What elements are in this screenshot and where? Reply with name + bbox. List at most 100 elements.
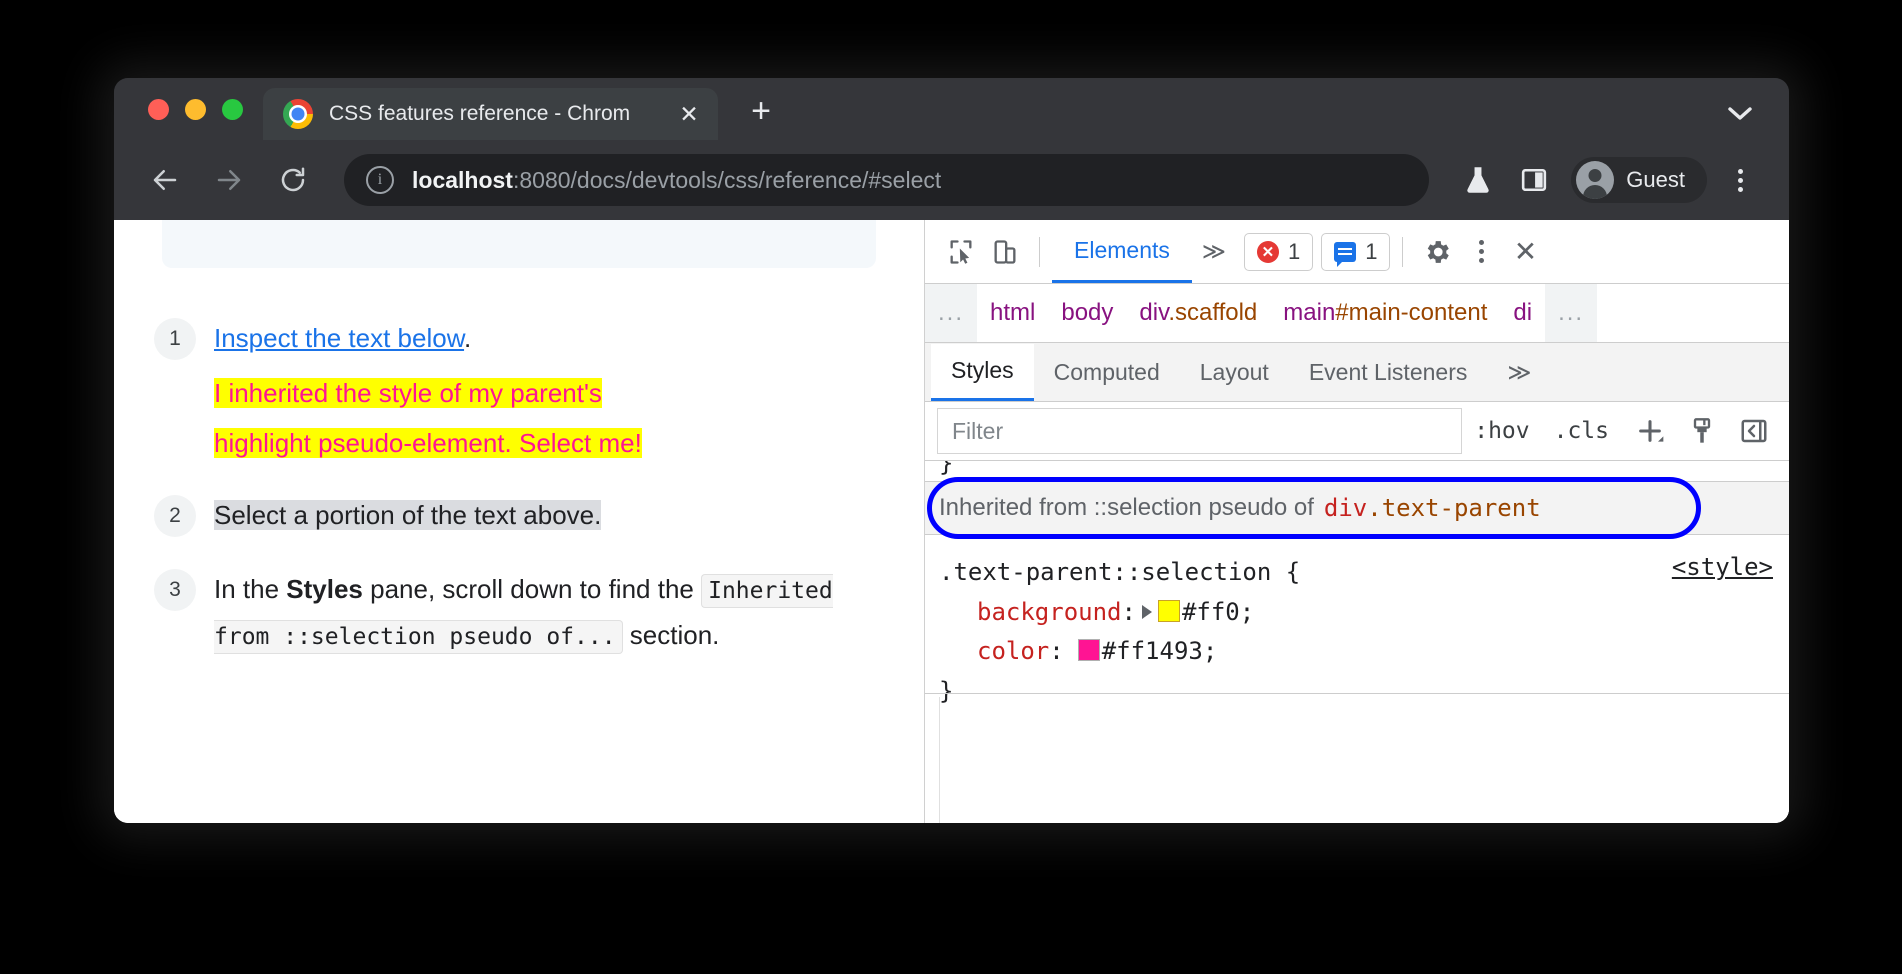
close-window-button[interactable] bbox=[148, 99, 169, 120]
hov-button[interactable]: :hov bbox=[1462, 418, 1541, 444]
site-info-icon[interactable]: i bbox=[366, 166, 394, 194]
tab-elements[interactable]: Elements bbox=[1052, 221, 1192, 283]
step-number: 2 bbox=[154, 495, 196, 537]
styles-section-divider bbox=[925, 693, 1789, 694]
device-toggle-icon[interactable] bbox=[983, 230, 1027, 274]
css-property-value[interactable]: #ff1493; bbox=[1102, 637, 1218, 665]
steps-list: 1 Inspect the text below. I inherited th… bbox=[154, 316, 904, 664]
breadcrumb-item-div-scaffold[interactable]: div.scaffold bbox=[1126, 299, 1270, 327]
css-declaration[interactable]: color:#ff1493; bbox=[939, 632, 1775, 672]
expand-triangle-icon[interactable] bbox=[1142, 605, 1152, 619]
inspect-text-link[interactable]: Inspect the text below bbox=[214, 323, 464, 353]
reload-button[interactable] bbox=[268, 155, 318, 205]
breadcrumb-modifier: #main-content bbox=[1335, 299, 1487, 326]
style-source-link[interactable]: <style> bbox=[1672, 553, 1773, 581]
styles-tab-bar: Styles Computed Layout Event Listeners ≫ bbox=[925, 343, 1789, 402]
breadcrumb-tag: html bbox=[990, 299, 1035, 326]
list-item: 1 Inspect the text below. I inherited th… bbox=[154, 316, 904, 467]
step3-prefix: In the bbox=[214, 574, 286, 604]
message-count-badge[interactable]: 1 bbox=[1321, 233, 1390, 271]
error-icon: ✕ bbox=[1257, 241, 1279, 263]
tab-styles[interactable]: Styles bbox=[931, 344, 1034, 401]
tab-layout[interactable]: Layout bbox=[1180, 344, 1289, 401]
message-icon bbox=[1334, 242, 1356, 262]
new-style-rule-button[interactable] bbox=[1627, 408, 1673, 454]
inherited-from-section-header[interactable]: Inherited from ::selection pseudo of div… bbox=[925, 481, 1789, 535]
profile-button[interactable]: Guest bbox=[1571, 157, 1707, 203]
breadcrumb-item-body[interactable]: body bbox=[1048, 299, 1126, 327]
tab-close-icon[interactable]: ✕ bbox=[676, 101, 702, 127]
step3-middle: pane, scroll down to find the bbox=[363, 574, 701, 604]
browser-window: CSS features reference - Chrom ✕ + i loc… bbox=[114, 78, 1789, 823]
color-swatch[interactable] bbox=[1158, 600, 1180, 622]
tab-strip: CSS features reference - Chrom ✕ + bbox=[114, 78, 1789, 140]
error-count-badge[interactable]: ✕ 1 bbox=[1244, 233, 1313, 271]
breadcrumb-item-di[interactable]: di bbox=[1500, 299, 1545, 327]
back-button[interactable] bbox=[140, 155, 190, 205]
profile-name: Guest bbox=[1626, 167, 1685, 193]
color-swatch[interactable] bbox=[1078, 639, 1100, 661]
breadcrumb-item-main-content[interactable]: main#main-content bbox=[1270, 299, 1500, 327]
browser-menu-kebab-icon[interactable] bbox=[1717, 157, 1763, 203]
forward-button[interactable] bbox=[204, 155, 254, 205]
styles-bold-word: Styles bbox=[286, 574, 363, 604]
sidebar-toggle-icon[interactable] bbox=[1731, 408, 1777, 454]
inherited-class: .text-parent bbox=[1367, 494, 1540, 522]
inherited-from-selector: div.text-parent bbox=[1324, 494, 1541, 522]
search-input[interactable] bbox=[937, 408, 1462, 454]
step3-suffix: section. bbox=[623, 620, 720, 650]
message-count: 1 bbox=[1365, 239, 1377, 265]
address-bar[interactable]: i localhost:8080/docs/devtools/css/refer… bbox=[344, 154, 1429, 206]
css-property-name[interactable]: color bbox=[977, 637, 1049, 665]
devtools-menu-kebab-icon[interactable] bbox=[1459, 230, 1503, 274]
step-period: . bbox=[464, 323, 471, 353]
cls-button[interactable]: .cls bbox=[1542, 418, 1621, 444]
inherited-tag: div bbox=[1324, 494, 1367, 522]
browser-tab[interactable]: CSS features reference - Chrom ✕ bbox=[263, 88, 718, 140]
breadcrumb-item-html[interactable]: html bbox=[977, 299, 1048, 327]
step-text: Select a portion of the text above. bbox=[214, 493, 601, 539]
page-content: 1 Inspect the text below. I inherited th… bbox=[114, 220, 925, 823]
devtools-panel: Elements ≫ ✕ 1 1 bbox=[925, 220, 1789, 823]
list-item: 2 Select a portion of the text above. bbox=[154, 493, 904, 539]
viewport: 1 Inspect the text below. I inherited th… bbox=[114, 220, 1789, 823]
side-panel-icon[interactable] bbox=[1511, 157, 1557, 203]
toolbar-divider bbox=[1402, 237, 1403, 267]
breadcrumb-overflow-right[interactable]: ... bbox=[1545, 284, 1597, 342]
step-text: Inspect the text below. I inherited the … bbox=[214, 316, 642, 467]
breadcrumb-overflow-left[interactable]: ... bbox=[925, 284, 977, 342]
devtools-toolbar: Elements ≫ ✕ 1 1 bbox=[925, 220, 1789, 284]
url-text: localhost:8080/docs/devtools/css/referen… bbox=[412, 167, 941, 194]
tab-search-chevron-icon[interactable] bbox=[1727, 105, 1753, 128]
previous-rule-closing-brace: } bbox=[939, 461, 953, 477]
paint-brush-icon[interactable] bbox=[1679, 408, 1725, 454]
inspect-cursor-icon[interactable] bbox=[939, 230, 983, 274]
breadcrumb-tag: div bbox=[1139, 299, 1168, 326]
new-tab-button[interactable]: + bbox=[744, 94, 778, 128]
tab-title: CSS features reference - Chrom bbox=[329, 102, 669, 126]
styles-tabs-overflow-icon[interactable]: ≫ bbox=[1487, 344, 1551, 401]
minimize-window-button[interactable] bbox=[185, 99, 206, 120]
maximize-window-button[interactable] bbox=[222, 99, 243, 120]
breadcrumb-modifier: .scaffold bbox=[1168, 299, 1257, 326]
step-number: 1 bbox=[154, 318, 196, 360]
css-rule-close-brace: } bbox=[939, 672, 1775, 712]
tab-event-listeners[interactable]: Event Listeners bbox=[1289, 344, 1488, 401]
css-property-name[interactable]: background bbox=[977, 598, 1122, 626]
css-selector[interactable]: .text-parent::selection { bbox=[939, 553, 1775, 593]
css-property-value[interactable]: #ff0; bbox=[1182, 598, 1254, 626]
toolbar-divider bbox=[1039, 237, 1040, 267]
more-panels-icon[interactable]: ≫ bbox=[1192, 238, 1236, 265]
close-devtools-icon[interactable]: ✕ bbox=[1503, 230, 1547, 274]
css-rule-block: .text-parent::selection { background:#ff… bbox=[939, 553, 1775, 711]
avatar bbox=[1576, 161, 1614, 199]
screenshot-stage: CSS features reference - Chrom ✕ + i loc… bbox=[0, 0, 1902, 974]
experiments-flask-icon[interactable] bbox=[1455, 157, 1501, 203]
gear-icon[interactable] bbox=[1415, 230, 1459, 274]
error-count: 1 bbox=[1288, 239, 1300, 265]
chrome-favicon-icon bbox=[283, 99, 313, 129]
css-declaration[interactable]: background: #ff0; bbox=[939, 593, 1775, 633]
breadcrumb-tag: di bbox=[1513, 299, 1532, 326]
css-colon: : bbox=[1122, 598, 1136, 626]
tab-computed[interactable]: Computed bbox=[1034, 344, 1180, 401]
